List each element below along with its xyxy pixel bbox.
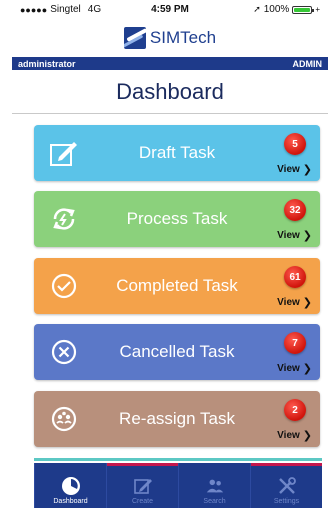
- tab-bar-top-line: [34, 458, 322, 461]
- page-title: Dashboard: [116, 79, 224, 104]
- create-icon: [133, 476, 153, 496]
- view-label: View: [277, 230, 300, 241]
- count-badge: 7: [284, 332, 306, 354]
- battery-info: ➚ 100% +: [253, 4, 320, 15]
- count-badge: 5: [284, 133, 306, 155]
- view-label: View: [277, 363, 300, 374]
- tab-label: Create: [131, 498, 153, 505]
- username: administrator: [18, 58, 76, 69]
- chevron-right-icon: ❯: [302, 363, 312, 375]
- clock-icon: [61, 476, 81, 496]
- tile-label: Re-assign Task: [119, 409, 235, 428]
- title-divider: [12, 113, 328, 114]
- view-label: View: [277, 164, 300, 175]
- user-bar: administrator ADMIN: [12, 57, 328, 70]
- tile-label: Draft Task: [138, 143, 216, 162]
- tab-accent: [35, 463, 106, 466]
- count-badge: 61: [284, 266, 306, 288]
- chevron-right-icon: ❯: [302, 297, 312, 309]
- tab-accent: [179, 463, 250, 466]
- count-badge: 2: [284, 399, 306, 421]
- user-role: ADMIN: [292, 58, 323, 69]
- charging-icon: +: [315, 5, 320, 14]
- view-link[interactable]: View ❯: [277, 229, 312, 242]
- reassign-task-tile[interactable]: Re-assign Task 2 View ❯: [34, 391, 320, 447]
- tab-search[interactable]: Search: [178, 463, 250, 508]
- view-link[interactable]: View ❯: [277, 296, 312, 309]
- chevron-right-icon: ❯: [302, 230, 312, 242]
- cancelled-task-tile[interactable]: Cancelled Task 7 View ❯: [34, 324, 320, 380]
- tab-bar: Dashboard Create Search Settings: [34, 458, 322, 508]
- tile-label: Completed Task: [116, 276, 238, 295]
- draft-task-tile[interactable]: Draft Task 5 View ❯: [34, 125, 320, 181]
- view-link[interactable]: View ❯: [277, 362, 312, 375]
- chevron-right-icon: ❯: [302, 430, 312, 442]
- count-badge: 32: [284, 199, 306, 221]
- view-label: View: [277, 297, 300, 308]
- tile-label: Cancelled Task: [119, 342, 235, 361]
- people-icon: [205, 476, 225, 496]
- process-task-tile[interactable]: Process Task 32 View ❯: [34, 191, 320, 247]
- tab-accent: [251, 463, 322, 466]
- chevron-right-icon: ❯: [302, 164, 312, 176]
- simtech-logo-icon: [123, 27, 146, 49]
- tab-dashboard[interactable]: Dashboard: [34, 463, 106, 508]
- tab-settings[interactable]: Settings: [250, 463, 322, 508]
- brand-header: SIMTech: [12, 22, 328, 54]
- status-bar: ●●●●● Singtel 4G 4:59 PM ➚ 100% +: [12, 0, 328, 20]
- view-link[interactable]: View ❯: [277, 429, 312, 442]
- tools-icon: [277, 476, 297, 496]
- tab-label: Search: [203, 498, 226, 505]
- view-link[interactable]: View ❯: [277, 163, 312, 176]
- battery-fill: [294, 7, 311, 12]
- tile-label: Process Task: [126, 209, 228, 228]
- location-arrow-icon: ➚: [253, 4, 261, 14]
- tab-label: Settings: [273, 498, 300, 505]
- tab-accent: [107, 463, 178, 466]
- tab-label: Dashboard: [53, 498, 88, 505]
- brand-name: SIMTech: [149, 28, 217, 47]
- app-screen: ●●●●● Singtel 4G 4:59 PM ➚ 100% + SIMTec…: [12, 0, 328, 508]
- completed-task-tile[interactable]: Completed Task 61 View ❯: [34, 258, 320, 314]
- view-label: View: [277, 430, 300, 441]
- battery-percent: 100%: [263, 4, 290, 15]
- battery-icon: [292, 5, 315, 14]
- tab-create[interactable]: Create: [106, 463, 178, 508]
